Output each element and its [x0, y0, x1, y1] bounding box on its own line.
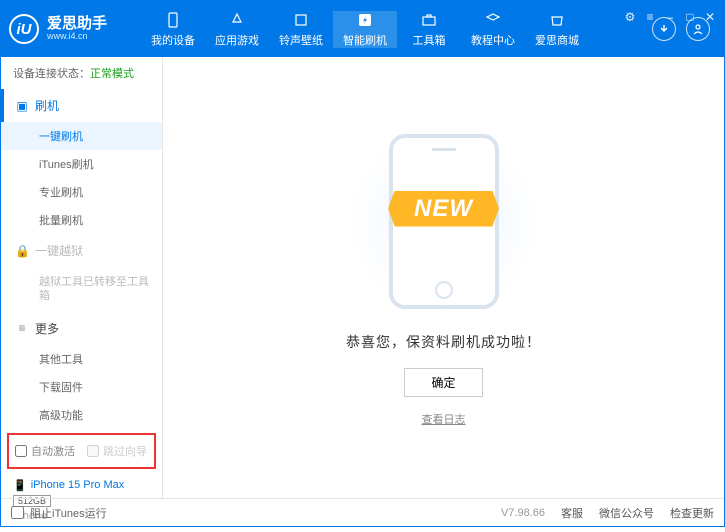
sidebar-item-download[interactable]: 下载固件: [1, 373, 162, 401]
statusbar: 阻止iTunes运行 V7.98.66 客服 微信公众号 检查更新: [1, 498, 724, 526]
auto-activate-checkbox[interactable]: 自动激活: [15, 443, 75, 459]
apps-icon: [228, 11, 246, 29]
version-label: V7.98.66: [501, 507, 545, 519]
maximize-button[interactable]: □: [683, 10, 697, 24]
success-message: 恭喜您，保资料刷机成功啦！: [346, 332, 541, 352]
wechat-link[interactable]: 微信公众号: [599, 505, 654, 521]
shop-icon: [548, 11, 566, 29]
app-name: 爱思助手: [47, 16, 107, 33]
nav-tutorial[interactable]: 教程中心: [461, 11, 525, 48]
sidebar-item-batch[interactable]: 批量刷机: [1, 206, 162, 234]
logo-icon: iU: [9, 14, 39, 44]
more-icon: ≡: [15, 321, 29, 335]
phone-icon: 📱: [13, 479, 27, 492]
tools-icon: [420, 11, 438, 29]
app-logo: iU 爱思助手 www.i4.cn: [9, 14, 141, 44]
nav-device[interactable]: 我的设备: [141, 11, 205, 48]
ok-button[interactable]: 确定: [404, 368, 482, 397]
nav-flash[interactable]: 智能刷机: [333, 11, 397, 48]
top-nav: 我的设备 应用游戏 铃声壁纸 智能刷机 工具箱 教程中心 爱思商城: [141, 11, 646, 48]
ringtone-icon: [292, 11, 310, 29]
settings-icon[interactable]: ⚙: [623, 10, 637, 24]
sidebar-jailbreak-note: 越狱工具已转移至工具箱: [1, 267, 162, 312]
sidebar-item-oneclick[interactable]: 一键刷机: [1, 122, 162, 150]
device-icon: [164, 11, 182, 29]
minimize-button[interactable]: ‒: [663, 10, 677, 24]
nav-ringtone[interactable]: 铃声壁纸: [269, 11, 333, 48]
new-banner: NEW: [388, 191, 499, 227]
menu-icon[interactable]: ≡: [643, 10, 657, 24]
app-url: www.i4.cn: [47, 32, 107, 42]
support-link[interactable]: 客服: [561, 505, 583, 521]
view-log-link[interactable]: 查看日志: [422, 411, 466, 427]
lock-icon: 🔒: [15, 244, 29, 258]
sidebar-section-jailbreak: 🔒一键越狱: [1, 234, 162, 267]
sidebar-item-itunes[interactable]: iTunes刷机: [1, 150, 162, 178]
device-name[interactable]: 📱iPhone 15 Pro Max: [13, 479, 150, 492]
flash-section-icon: ▣: [15, 99, 29, 113]
nav-shop[interactable]: 爱思商城: [525, 11, 589, 48]
nav-tools[interactable]: 工具箱: [397, 11, 461, 48]
block-itunes-checkbox[interactable]: 阻止iTunes运行: [11, 505, 107, 521]
nav-apps[interactable]: 应用游戏: [205, 11, 269, 48]
titlebar: iU 爱思助手 www.i4.cn 我的设备 应用游戏 铃声壁纸 智能刷机 工具…: [1, 1, 724, 57]
sidebar-item-advanced[interactable]: 高级功能: [1, 401, 162, 429]
main-content: NEW 恭喜您，保资料刷机成功啦！ 确定 查看日志: [163, 57, 724, 498]
flash-icon: [356, 11, 374, 29]
tutorial-icon: [484, 11, 502, 29]
close-button[interactable]: ✕: [703, 10, 717, 24]
sidebar: 设备连接状态：正常模式 ▣刷机 一键刷机 iTunes刷机 专业刷机 批量刷机 …: [1, 57, 163, 498]
success-illustration: NEW: [334, 129, 554, 314]
sidebar-item-pro[interactable]: 专业刷机: [1, 178, 162, 206]
window-controls: ⚙ ≡ ‒ □ ✕: [623, 4, 717, 24]
skip-guide-checkbox: 跳过向导: [87, 443, 147, 459]
connection-status: 设备连接状态：正常模式: [1, 57, 162, 89]
sidebar-item-other[interactable]: 其他工具: [1, 345, 162, 373]
sidebar-section-flash[interactable]: ▣刷机: [1, 89, 162, 122]
sidebar-section-more[interactable]: ≡更多: [1, 312, 162, 345]
update-link[interactable]: 检查更新: [670, 505, 714, 521]
flash-options: 自动激活 跳过向导: [7, 433, 156, 469]
